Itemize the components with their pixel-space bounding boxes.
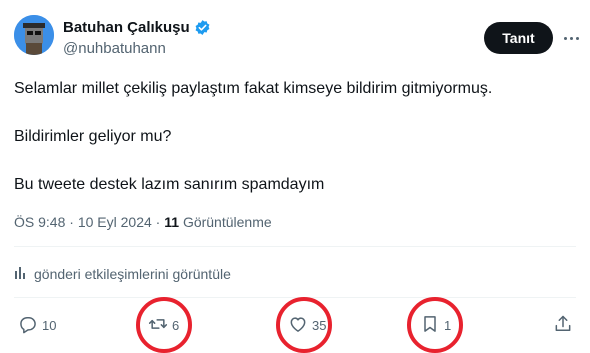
tweet-text-line-1: Selamlar millet çekiliş paylaştım fakat … <box>14 80 493 97</box>
share-button[interactable] <box>553 312 573 338</box>
bookmark-icon <box>420 314 440 337</box>
retweet-button[interactable]: 6 <box>148 312 179 338</box>
bookmark-button[interactable]: 1 <box>420 312 451 338</box>
tweet-meta: ÖS 9:48 · 10 Eyl 2024 · 11 Görüntülenme <box>14 214 272 230</box>
like-button[interactable]: 35 <box>288 312 326 338</box>
bookmark-count: 1 <box>444 317 452 333</box>
author-name-text[interactable]: Batuhan Çalıkuşu <box>63 19 190 36</box>
author-handle[interactable]: @nuhbatuhann <box>63 40 166 57</box>
meta-separator: · <box>155 214 165 230</box>
tweet-time[interactable]: ÖS 9:48 <box>14 214 65 230</box>
heart-icon <box>288 314 308 337</box>
divider <box>14 297 576 298</box>
divider <box>14 246 576 247</box>
tweet-date[interactable]: 10 Eyl 2024 <box>78 214 152 230</box>
share-icon <box>553 314 573 337</box>
tweet-card: Batuhan Çalıkuşu @nuhbatuhann Tanıt Sela… <box>0 0 590 353</box>
tweet-text-line-3: Bu tweete destek lazım sanırım spamdayım <box>14 176 325 193</box>
retweet-icon <box>148 314 168 337</box>
view-engagements-link[interactable]: gönderi etkileşimlerini görüntüle <box>14 265 231 282</box>
promote-button[interactable]: Tanıt <box>484 22 553 54</box>
views-label: Görüntülenme <box>182 214 272 230</box>
reply-icon <box>18 314 38 337</box>
more-options-icon[interactable] <box>558 25 584 51</box>
tweet-text-line-2: Bildirimler geliyor mu? <box>14 128 172 145</box>
retweet-count: 6 <box>172 317 180 333</box>
reply-button[interactable]: 10 <box>18 312 56 338</box>
avatar[interactable] <box>14 15 54 55</box>
author-name[interactable]: Batuhan Çalıkuşu <box>63 19 211 36</box>
meta-separator: · <box>69 214 78 230</box>
view-engagements-label: gönderi etkileşimlerini görüntüle <box>34 265 231 282</box>
verified-badge-icon <box>194 19 211 36</box>
reply-count: 10 <box>42 317 57 333</box>
analytics-icon <box>14 265 28 282</box>
like-count: 35 <box>312 317 327 333</box>
views-count: 11 <box>164 214 180 230</box>
